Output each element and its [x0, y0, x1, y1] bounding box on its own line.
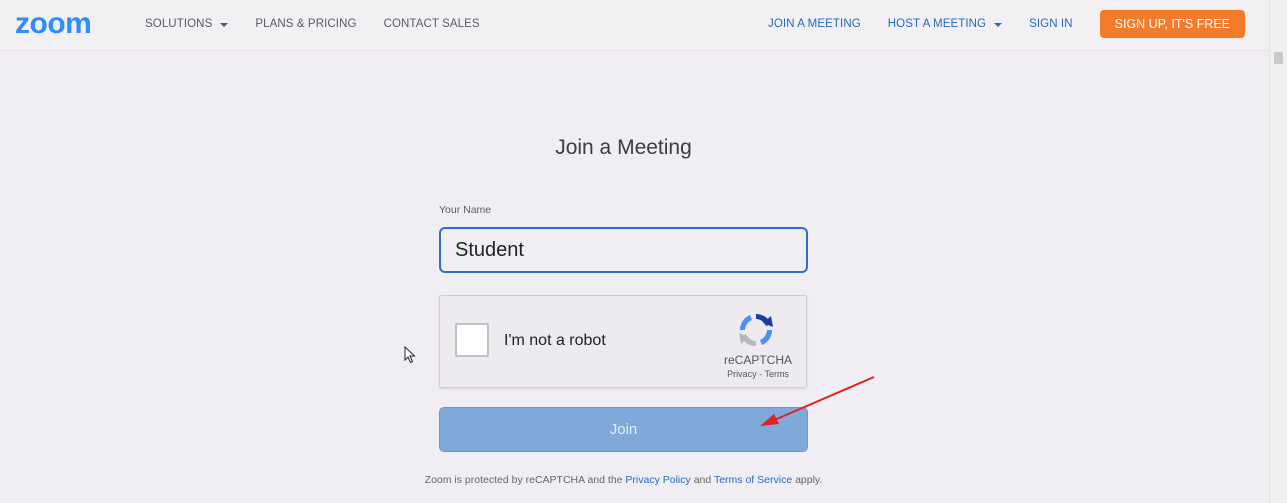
caret-down-icon [220, 22, 229, 27]
your-name-input[interactable] [439, 227, 808, 273]
nav-sign-in[interactable]: SIGN IN [1029, 18, 1073, 30]
nav-host-meeting[interactable]: HOST A MEETING [887, 18, 1003, 30]
recaptcha-widget: I'm not a robot reCAPTCHA Privacy - Term… [439, 295, 807, 388]
recaptcha-terms-link[interactable]: Terms [764, 369, 789, 379]
nav-join-meeting[interactable]: JOIN A MEETING [768, 18, 861, 30]
your-name-label: Your Name [439, 204, 492, 216]
recaptcha-footer-note: Zoom is protected by reCAPTCHA and the P… [0, 474, 1247, 486]
signup-button[interactable]: SIGN UP, IT'S FREE [1099, 10, 1245, 38]
recaptcha-separator: - [759, 369, 763, 379]
nav-plans-pricing-label: PLANS & PRICING [255, 18, 357, 30]
nav-contact-sales-label: CONTACT SALES [383, 18, 480, 30]
footer-and: and [693, 474, 712, 486]
recaptcha-links: Privacy - Terms [710, 369, 806, 379]
caret-down-icon [994, 22, 1003, 27]
scrollbar-thumb[interactable] [1274, 52, 1283, 64]
privacy-policy-link[interactable]: Privacy Policy [625, 474, 690, 486]
recaptcha-logo-icon [739, 313, 773, 347]
nav-left: SOLUTIONS PLANS & PRICING CONTACT SALES [145, 0, 480, 48]
footer-prefix: Zoom is protected by reCAPTCHA and the [424, 474, 623, 486]
nav-solutions-label: SOLUTIONS [145, 18, 213, 30]
mouse-cursor-icon [404, 346, 416, 364]
nav-sign-in-label: SIGN IN [1029, 18, 1073, 30]
nav-right: JOIN A MEETING HOST A MEETING SIGN IN SI… [741, 0, 1245, 48]
recaptcha-checkbox[interactable] [455, 323, 489, 357]
nav-plans-pricing[interactable]: PLANS & PRICING [255, 18, 356, 30]
nav-host-meeting-label: HOST A MEETING [887, 18, 987, 30]
page-scrollbar[interactable] [1269, 0, 1287, 503]
join-button[interactable]: Join [439, 407, 808, 452]
zoom-logo[interactable]: zoom [15, 9, 92, 39]
recaptcha-privacy-link[interactable]: Privacy [727, 369, 757, 379]
terms-of-service-link[interactable]: Terms of Service [714, 474, 792, 486]
nav-solutions[interactable]: SOLUTIONS [145, 18, 229, 30]
footer-suffix: apply. [795, 474, 823, 486]
recaptcha-brand: reCAPTCHA [723, 353, 792, 367]
page-title: Join a Meeting [555, 136, 692, 159]
recaptcha-checkbox-label: I'm not a robot [504, 332, 606, 349]
nav-contact-sales[interactable]: CONTACT SALES [384, 18, 480, 30]
nav-join-meeting-label: JOIN A MEETING [768, 18, 861, 30]
top-navigation-bar: zoom SOLUTIONS PLANS & PRICING CONTACT S… [0, 0, 1270, 51]
